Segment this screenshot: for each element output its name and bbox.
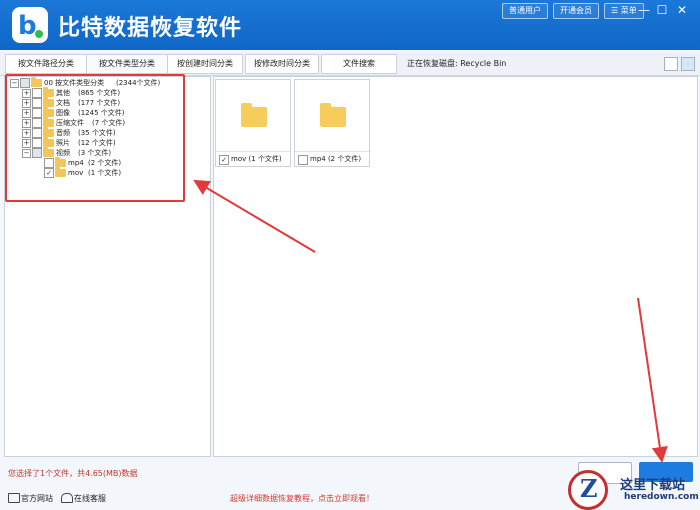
expand-icon[interactable]: + xyxy=(22,109,31,118)
tab-file-type[interactable]: 按文件类型分类 xyxy=(86,54,168,74)
expand-icon[interactable]: + xyxy=(22,139,31,148)
collapse-icon[interactable]: − xyxy=(10,79,19,88)
app-title: 比特数据恢复软件 xyxy=(58,16,243,41)
tree-item-count: (1 个文件) xyxy=(88,169,122,177)
tab-file-search[interactable]: 文件搜索 xyxy=(321,54,397,74)
selection-status: 您选择了1个文件，共4.65(MB)数据 xyxy=(8,469,138,478)
folder-icon xyxy=(43,107,54,117)
tree-item-count: (865 个文件) xyxy=(78,89,121,97)
tree-item-label: 音频 xyxy=(56,129,70,137)
tutorial-promo-link[interactable]: 超级详细数据恢复教程，点击立即观看！ xyxy=(230,493,374,504)
tree-item-count: (7 个文件) xyxy=(92,119,126,127)
folder-card-mov[interactable]: ✓ mov (1 个文件) xyxy=(215,79,291,167)
tree-item-count: (177 个文件) xyxy=(78,99,121,107)
tree-item-label: mp4 xyxy=(68,159,84,167)
tree-item-checkbox[interactable] xyxy=(32,88,42,98)
grid-view-icon[interactable] xyxy=(681,57,695,71)
folder-icon xyxy=(320,103,346,127)
logo-letter: b xyxy=(18,11,37,41)
folder-icon xyxy=(55,157,66,167)
tree-item-count: (35 个文件) xyxy=(78,129,116,137)
tree-item-count: (2 个文件) xyxy=(88,159,122,167)
app-logo: b xyxy=(12,7,48,43)
folder-card-caption: ✓ mov (1 个文件) xyxy=(216,151,290,166)
watermark-site-name: 这里下载站 xyxy=(620,478,686,493)
tree-item-label: 压缩文件 xyxy=(56,119,84,127)
tree-root-label: 00 按文件类型分类 xyxy=(44,79,105,87)
tree-item-checkbox[interactable] xyxy=(32,108,42,118)
watermark-url: heredown.com xyxy=(624,492,699,502)
folder-icon xyxy=(31,77,42,87)
tab-modify-time[interactable]: 按修改时间分类 xyxy=(245,54,319,74)
expand-icon[interactable]: + xyxy=(22,119,31,128)
expand-icon[interactable]: + xyxy=(22,99,31,108)
tree-item-checkbox[interactable] xyxy=(32,128,42,138)
tree-item-label: 图像 xyxy=(56,109,70,117)
folder-icon xyxy=(43,137,54,147)
title-bar: b 比特数据恢复软件 普通用户 开通会员 ☰ 菜单 — ☐ ✕ xyxy=(0,0,700,50)
folder-card-checkbox[interactable]: ✓ xyxy=(219,155,229,165)
folder-icon xyxy=(43,147,54,157)
folder-card-label: mp4 (2 个文件) xyxy=(310,155,362,163)
folder-card-checkbox[interactable] xyxy=(298,155,308,165)
folder-icon xyxy=(55,167,66,177)
folder-card-label: mov (1 个文件) xyxy=(231,155,282,163)
folder-card-caption: mp4 (2 个文件) xyxy=(295,151,369,166)
category-tab-bar: 按文件路径分类 按文件类型分类 按创建时间分类 按修改时间分类 文件搜索 正在恢… xyxy=(0,52,700,76)
maximize-button[interactable]: ☐ xyxy=(654,2,670,18)
tree-item-label: 文档 xyxy=(56,99,70,107)
tree-item-label: mov xyxy=(68,169,84,177)
online-support-link[interactable]: 在线客服 xyxy=(74,493,106,504)
tree-item-label: 照片 xyxy=(56,139,70,147)
tab-file-path[interactable]: 按文件路径分类 xyxy=(5,54,87,74)
official-website-link[interactable]: 官方网站 xyxy=(21,493,53,504)
normal-user-button[interactable]: 普通用户 xyxy=(502,3,548,19)
tree-root-checkbox[interactable] xyxy=(20,78,30,88)
tree-item-checkbox[interactable] xyxy=(44,158,54,168)
tree-item-checkbox[interactable] xyxy=(32,118,42,128)
folder-icon xyxy=(43,117,54,127)
tree-item-checkbox[interactable] xyxy=(32,98,42,108)
tree-item-checkbox[interactable]: ✓ xyxy=(44,168,54,178)
list-view-icon[interactable] xyxy=(664,57,678,71)
collapse-icon[interactable]: − xyxy=(22,149,31,158)
folder-icon xyxy=(43,127,54,137)
expand-icon[interactable]: + xyxy=(22,89,31,98)
tree-item-label: 其他 xyxy=(56,89,70,97)
watermark-letter: Z xyxy=(580,474,598,503)
open-vip-button[interactable]: 开通会员 xyxy=(553,3,599,19)
folder-icon xyxy=(43,87,54,97)
recovering-disk-label: 正在恢复磁盘: Recycle Bin xyxy=(407,59,507,68)
folder-card-mp4[interactable]: mp4 (2 个文件) xyxy=(294,79,370,167)
tree-item-checkbox[interactable] xyxy=(32,138,42,148)
tab-create-time[interactable]: 按创建时间分类 xyxy=(167,54,243,74)
headset-icon xyxy=(61,493,73,503)
menu-label: 菜单 xyxy=(620,6,637,15)
tree-root-count: (2344个文件) xyxy=(116,79,161,87)
tree-item-count: (3 个文件) xyxy=(78,149,112,157)
tree-item-checkbox[interactable] xyxy=(32,148,42,158)
minimize-button[interactable]: — xyxy=(636,2,652,18)
menu-icon: ☰ xyxy=(611,6,619,15)
logo-dot xyxy=(35,30,43,38)
expand-icon[interactable]: + xyxy=(22,129,31,138)
folder-icon xyxy=(43,97,54,107)
monitor-icon xyxy=(8,493,20,503)
tree-item-count: (12 个文件) xyxy=(78,139,116,147)
folder-icon xyxy=(241,103,267,127)
tree-item-count: (1245 个文件) xyxy=(78,109,125,117)
close-button[interactable]: ✕ xyxy=(674,2,690,18)
